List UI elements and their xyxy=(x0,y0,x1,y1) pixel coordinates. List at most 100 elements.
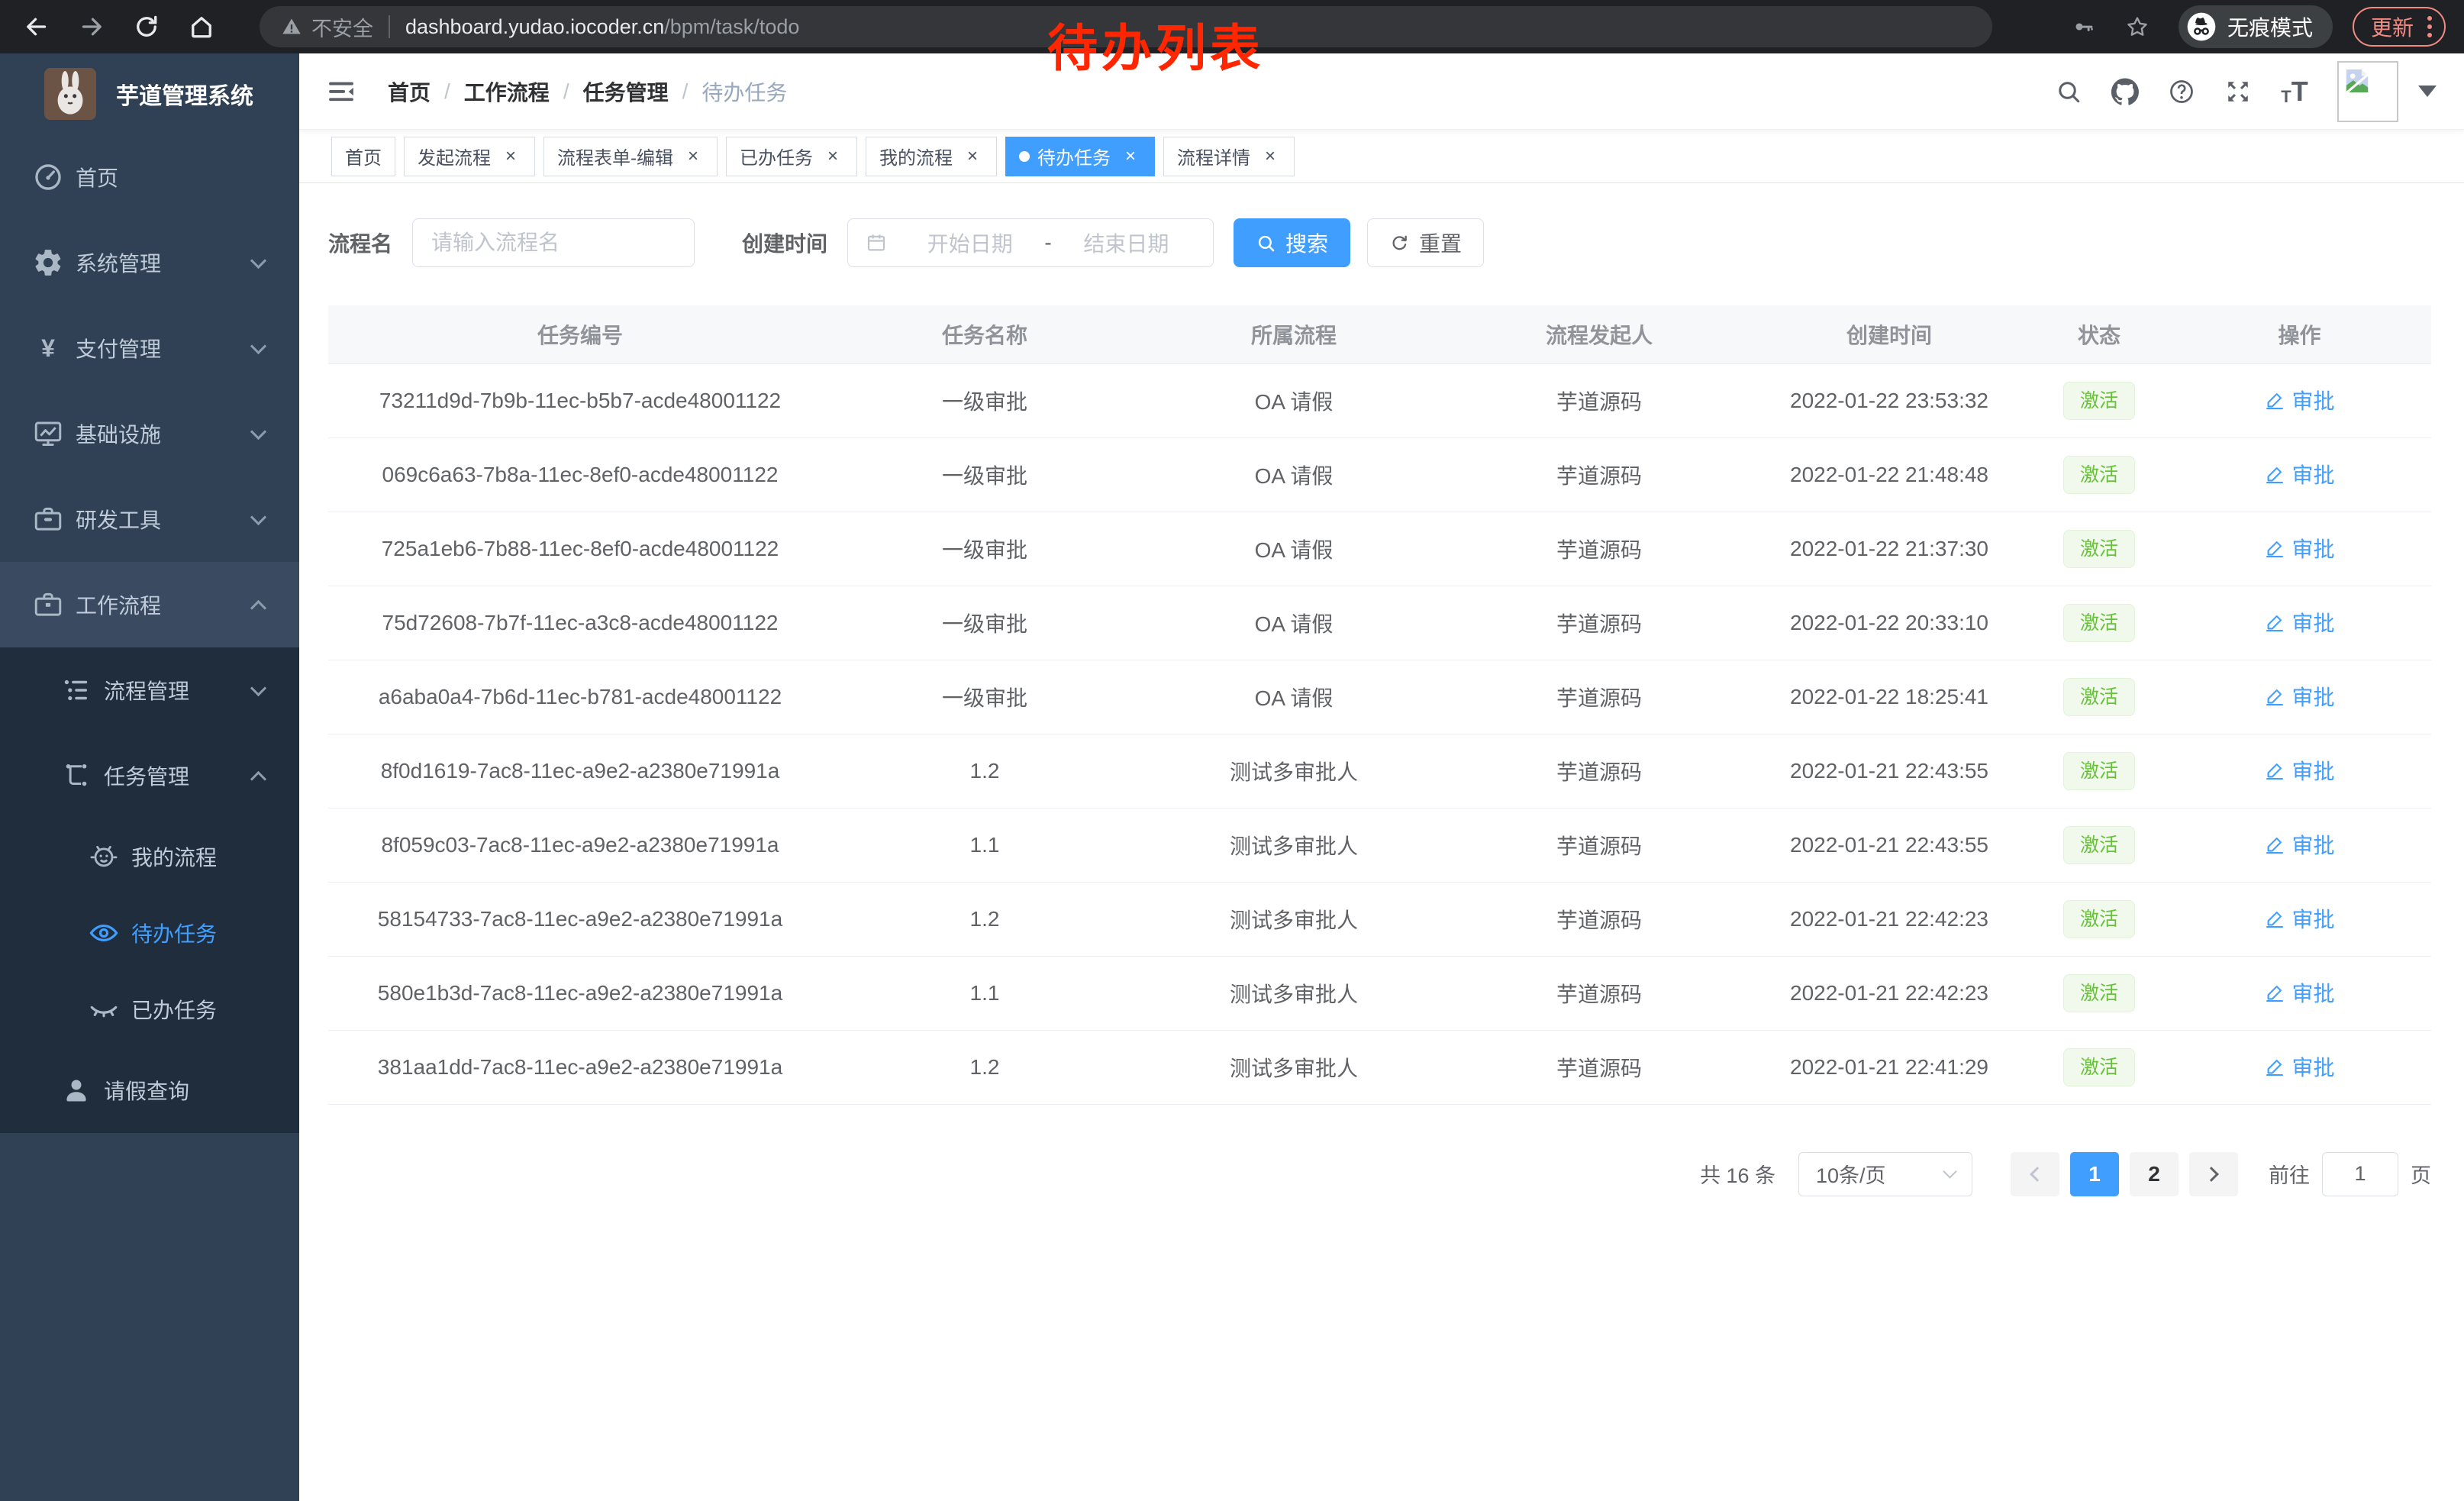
close-icon[interactable]: × xyxy=(500,146,521,167)
tab-6[interactable]: 流程详情× xyxy=(1163,137,1295,176)
sidebar-item-1[interactable]: 系统管理 xyxy=(0,220,299,305)
cell-name: 1.2 xyxy=(832,734,1137,808)
briefcase-icon xyxy=(31,587,66,622)
home-icon[interactable] xyxy=(185,10,218,44)
tab-3[interactable]: 已办任务× xyxy=(726,137,857,176)
close-icon[interactable]: × xyxy=(822,146,843,167)
tab-5[interactable]: 待办任务× xyxy=(1005,137,1155,176)
breadcrumb-task-mgmt[interactable]: 任务管理 xyxy=(583,76,669,107)
close-icon[interactable]: × xyxy=(1120,146,1141,167)
approve-label: 审批 xyxy=(2291,903,2334,934)
sidebar-item-8[interactable]: 我的流程 xyxy=(0,818,299,895)
sidebar-item-7[interactable]: 任务管理 xyxy=(0,733,299,818)
sidebar-item-6[interactable]: 流程管理 xyxy=(0,647,299,733)
close-icon[interactable]: × xyxy=(962,146,983,167)
cell-created: 2022-01-21 22:43:55 xyxy=(1748,734,2030,808)
cell-id: a6aba0a4-7b6d-11ec-b781-acde48001122 xyxy=(328,660,832,734)
sidebar-item-5[interactable]: 工作流程 xyxy=(0,562,299,647)
close-icon[interactable]: × xyxy=(682,146,704,167)
sidebar-item-9[interactable]: 待办任务 xyxy=(0,895,299,971)
approve-button[interactable]: 审批 xyxy=(2264,459,2334,489)
sidebar-toggle-icon[interactable] xyxy=(324,74,359,109)
cell-created: 2022-01-22 21:48:48 xyxy=(1748,437,2030,512)
page-number-1[interactable]: 1 xyxy=(2070,1152,2119,1196)
status-badge: 激活 xyxy=(2063,604,2135,642)
next-page-button[interactable] xyxy=(2189,1152,2238,1196)
avatar-dropdown-caret-icon[interactable] xyxy=(2418,86,2437,97)
eye-open-icon xyxy=(86,915,121,951)
approve-button[interactable]: 审批 xyxy=(2264,903,2334,934)
process-name-input[interactable] xyxy=(412,218,695,267)
date-range-picker[interactable]: 开始日期 - 结束日期 xyxy=(847,218,1214,267)
cell-id: 73211d9d-7b9b-11ec-b5b7-acde48001122 xyxy=(328,363,832,437)
cell-status: 激活 xyxy=(2030,956,2168,1030)
cell-name: 1.1 xyxy=(832,956,1137,1030)
approve-button[interactable]: 审批 xyxy=(2264,977,2334,1008)
prev-page-button[interactable] xyxy=(2011,1152,2059,1196)
fullscreen-icon[interactable] xyxy=(2221,75,2255,108)
github-icon[interactable] xyxy=(2108,75,2142,108)
approve-button[interactable]: 审批 xyxy=(2264,681,2334,712)
reset-button[interactable]: 重置 xyxy=(1367,218,1484,267)
chevron-down-icon xyxy=(250,679,266,696)
tab-1[interactable]: 发起流程× xyxy=(404,137,535,176)
cell-name: 1.2 xyxy=(832,1030,1137,1104)
sidebar-item-4[interactable]: 研发工具 xyxy=(0,476,299,562)
reload-icon[interactable] xyxy=(130,10,163,44)
cell-process: OA 请假 xyxy=(1137,437,1450,512)
cell-created: 2022-01-21 22:42:23 xyxy=(1748,956,2030,1030)
avatar[interactable] xyxy=(2337,61,2398,122)
cell-created: 2022-01-22 21:37:30 xyxy=(1748,512,2030,586)
page-size-select[interactable]: 10条/页 xyxy=(1798,1152,1972,1196)
tree-icon xyxy=(59,758,94,793)
search-button[interactable]: 搜索 xyxy=(1234,218,1350,267)
tab-0[interactable]: 首页 xyxy=(331,137,395,176)
approve-button[interactable]: 审批 xyxy=(2264,1051,2334,1082)
pencil-icon xyxy=(2264,463,2291,485)
sidebar-logo-row[interactable]: 芋道管理系统 xyxy=(0,53,299,134)
cell-status: 激活 xyxy=(2030,808,2168,882)
breadcrumb-home[interactable]: 首页 xyxy=(388,76,431,107)
approve-button[interactable]: 审批 xyxy=(2264,385,2334,415)
cell-process: OA 请假 xyxy=(1137,660,1450,734)
sidebar-item-11[interactable]: 请假查询 xyxy=(0,1047,299,1133)
chevron-down-icon xyxy=(250,337,266,353)
page-number-2[interactable]: 2 xyxy=(2130,1152,2179,1196)
tab-4[interactable]: 我的流程× xyxy=(866,137,997,176)
search-icon[interactable] xyxy=(2052,75,2085,108)
cell-action: 审批 xyxy=(2168,586,2431,660)
cell-created: 2022-01-21 22:43:55 xyxy=(1748,808,2030,882)
close-icon[interactable]: × xyxy=(1259,146,1281,167)
approve-button[interactable]: 审批 xyxy=(2264,829,2334,860)
sidebar-item-0[interactable]: 首页 xyxy=(0,134,299,220)
approve-button[interactable]: 审批 xyxy=(2264,607,2334,638)
goto-page-input[interactable] xyxy=(2322,1152,2398,1196)
help-icon[interactable] xyxy=(2165,75,2198,108)
cell-name: 一级审批 xyxy=(832,660,1137,734)
bookmark-star-icon[interactable] xyxy=(2122,11,2153,42)
approve-button[interactable]: 审批 xyxy=(2264,755,2334,786)
sidebar-item-3[interactable]: 基础设施 xyxy=(0,391,299,476)
breadcrumb-separator: / xyxy=(563,79,569,104)
approve-button[interactable]: 审批 xyxy=(2264,533,2334,563)
page-content: 流程名 创建时间 开始日期 - 结束日期 搜索 xyxy=(299,183,2464,1501)
tab-2[interactable]: 流程表单-编辑× xyxy=(543,137,718,176)
font-size-icon[interactable]: TT xyxy=(2278,75,2311,108)
forward-icon[interactable] xyxy=(75,10,108,44)
browser-menu-icon[interactable] xyxy=(2427,16,2432,37)
browser-update-button[interactable]: 更新 xyxy=(2353,7,2446,47)
sidebar-item-10[interactable]: 已办任务 xyxy=(0,971,299,1047)
monitor-chart-icon xyxy=(31,416,66,451)
sidebar-item-label: 请假查询 xyxy=(104,1075,189,1106)
table-column-header: 操作 xyxy=(2168,305,2431,363)
broken-image-icon xyxy=(2342,66,2372,96)
chevron-left-icon xyxy=(2030,1167,2045,1182)
sidebar-item-2[interactable]: ¥支付管理 xyxy=(0,305,299,391)
yen-icon: ¥ xyxy=(31,331,66,366)
back-icon[interactable] xyxy=(20,10,53,44)
pencil-icon xyxy=(2264,908,2291,929)
sidebar-item-label: 流程管理 xyxy=(104,675,189,705)
breadcrumb-workflow[interactable]: 工作流程 xyxy=(464,76,550,107)
password-key-icon[interactable] xyxy=(2069,11,2099,42)
table-row: 75d72608-7b7f-11ec-a3c8-acde48001122一级审批… xyxy=(328,586,2431,660)
